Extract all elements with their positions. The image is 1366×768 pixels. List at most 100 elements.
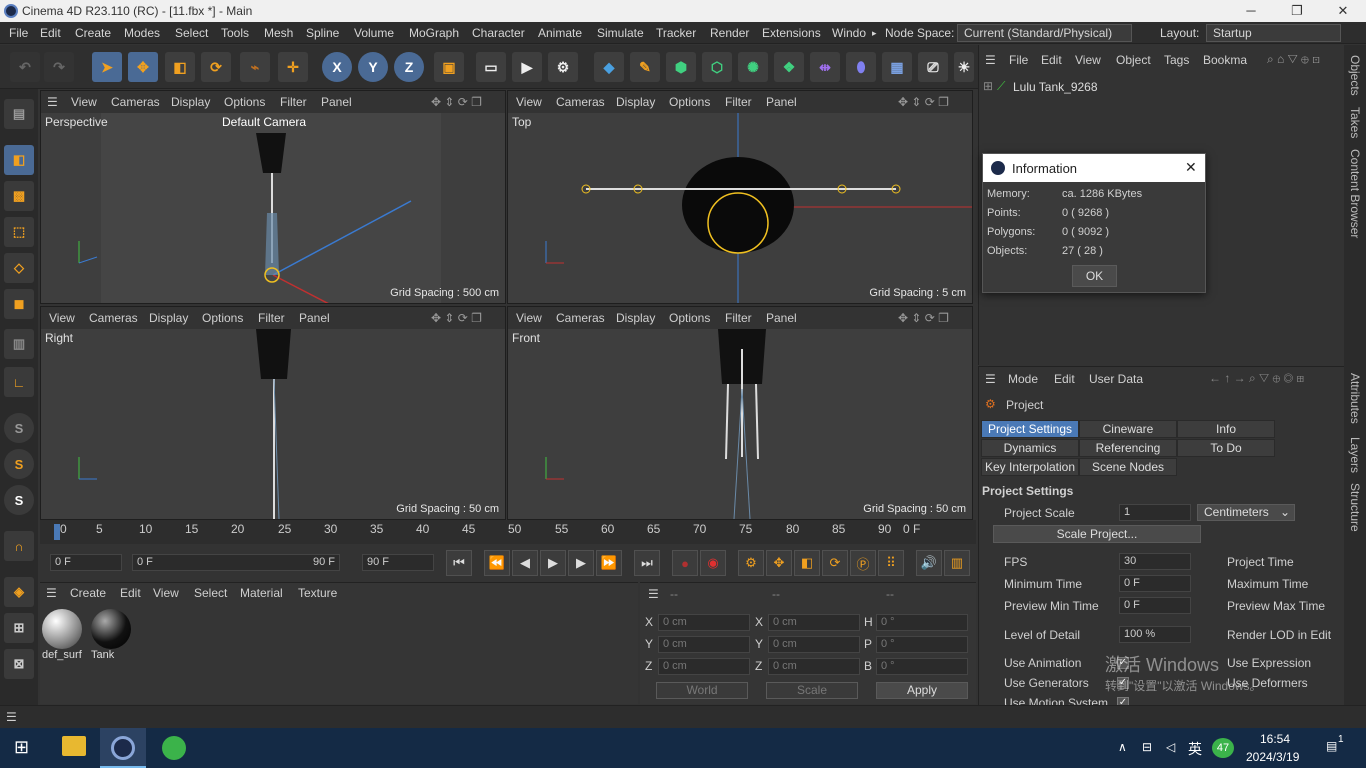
- floor-icon[interactable]: ▦: [882, 52, 912, 82]
- material-hamburger-icon[interactable]: ☰: [46, 586, 57, 600]
- units-dropdown[interactable]: Centimeters ⌄: [1197, 504, 1295, 521]
- camera-icon[interactable]: ⎚: [918, 52, 948, 82]
- vp-options-menu[interactable]: Options: [202, 311, 243, 325]
- record-keys-icon[interactable]: ●: [672, 550, 698, 576]
- current-frame-field[interactable]: 0 F: [50, 554, 122, 571]
- scale-y-field[interactable]: 0 cm: [768, 636, 860, 653]
- side-tab-attributes[interactable]: Attributes: [1348, 373, 1362, 424]
- mograph-icon[interactable]: ❖: [774, 52, 804, 82]
- uv-mode-icon[interactable]: ▥: [4, 329, 34, 359]
- tab-cineware[interactable]: Cineware: [1079, 420, 1177, 438]
- menu-edit[interactable]: Edit: [40, 26, 61, 40]
- deformer-icon[interactable]: ⇹: [810, 52, 840, 82]
- tab-referencing[interactable]: Referencing: [1079, 439, 1177, 457]
- side-tab-takes[interactable]: Takes: [1348, 107, 1362, 138]
- expand-icon[interactable]: ⊞: [983, 79, 993, 93]
- object-search-icons[interactable]: ⌕ ⌂ ▽ ⊕ ⊡: [1267, 52, 1320, 67]
- volume-icon[interactable]: ◁: [1166, 740, 1175, 754]
- model-mode-icon[interactable]: ◧: [4, 145, 34, 175]
- ok-button[interactable]: OK: [1072, 265, 1117, 287]
- key-parameter-icon[interactable]: Ⓟ: [850, 550, 876, 576]
- tab-key-interpolation[interactable]: Key Interpolation: [981, 458, 1079, 476]
- mat-texture-menu[interactable]: Texture: [298, 586, 337, 600]
- key-position-icon[interactable]: ✥: [766, 550, 792, 576]
- render-settings-icon[interactable]: ⚙: [548, 52, 578, 82]
- vp-cameras-menu[interactable]: Cameras: [556, 311, 605, 325]
- apply-button[interactable]: Apply: [876, 682, 968, 699]
- menu-spline[interactable]: Spline: [306, 26, 339, 40]
- cube-icon[interactable]: ◆: [594, 52, 624, 82]
- object-row[interactable]: ⊞ ⟋ Lulu Tank_9268: [983, 79, 1133, 95]
- coordinate-system-icon[interactable]: ▣: [434, 52, 464, 82]
- lod-field[interactable]: 100 %: [1119, 626, 1191, 643]
- tab-scene-nodes[interactable]: Scene Nodes: [1079, 458, 1177, 476]
- z-axis-lock-button[interactable]: Z: [394, 52, 424, 82]
- menu-character[interactable]: Character: [472, 26, 525, 40]
- mat-edit-menu[interactable]: Edit: [120, 586, 141, 600]
- position-z-field[interactable]: 0 cm: [658, 658, 750, 675]
- obj-edit-menu[interactable]: Edit: [1041, 53, 1062, 67]
- prev-key-icon[interactable]: ⏪: [484, 550, 510, 576]
- menu-volume[interactable]: Volume: [354, 26, 394, 40]
- snap-icon[interactable]: ⌁: [240, 52, 270, 82]
- vp-display-menu[interactable]: Display: [149, 311, 188, 325]
- viewport-front[interactable]: View Cameras Display Options Filter Pane…: [507, 306, 973, 520]
- clock-date[interactable]: 2024/3/19: [1246, 750, 1299, 764]
- vp-cameras-menu[interactable]: Cameras: [89, 311, 138, 325]
- obj-tags-menu[interactable]: Tags: [1164, 53, 1189, 67]
- vp-nav-icons[interactable]: ✥ ⇕ ⟳ ❐: [431, 311, 482, 325]
- vp-filter-menu[interactable]: Filter: [280, 95, 307, 109]
- edges-mode-icon[interactable]: ◇: [4, 253, 34, 283]
- menu-simulate[interactable]: Simulate: [597, 26, 644, 40]
- viewport-right[interactable]: View Cameras Display Options Filter Pane…: [40, 306, 506, 520]
- go-to-start-icon[interactable]: ⏮: [446, 550, 472, 576]
- tray-chevron-icon[interactable]: ∧: [1118, 740, 1127, 754]
- dialog-close-icon[interactable]: ✕: [1185, 159, 1197, 176]
- workplane-icon[interactable]: ◈: [4, 577, 34, 607]
- key-rotation-icon[interactable]: ⟳: [822, 550, 848, 576]
- mat-select-menu[interactable]: Select: [194, 586, 227, 600]
- field-icon[interactable]: ⬮: [846, 52, 876, 82]
- vp-view-menu[interactable]: View: [516, 95, 542, 109]
- obj-file-menu[interactable]: File: [1009, 53, 1028, 67]
- position-y-field[interactable]: 0 cm: [658, 636, 750, 653]
- vp-options-menu[interactable]: Options: [669, 311, 710, 325]
- generator-icon[interactable]: ⬡: [702, 52, 732, 82]
- mat-view-menu[interactable]: View: [153, 586, 179, 600]
- vp-nav-icons[interactable]: ✥ ⇕ ⟳ ❐: [898, 95, 949, 109]
- world-dropdown[interactable]: World: [656, 682, 748, 699]
- min-time-field[interactable]: 0 F: [1119, 575, 1191, 592]
- viewport-perspective[interactable]: View Cameras Display Options Filter Pane…: [40, 90, 506, 304]
- node-space-dropdown[interactable]: Current (Standard/Physical): [957, 24, 1132, 42]
- vp-view-menu[interactable]: View: [516, 311, 542, 325]
- vp-options-menu[interactable]: Options: [669, 95, 710, 109]
- viewport-top[interactable]: View Cameras Display Options Filter Pane…: [507, 90, 973, 304]
- key-scale-icon[interactable]: ◧: [794, 550, 820, 576]
- pen-icon[interactable]: ✎: [630, 52, 660, 82]
- make-editable-icon[interactable]: ▤: [4, 99, 34, 129]
- menu-render[interactable]: Render: [710, 26, 749, 40]
- vp-filter-menu[interactable]: Filter: [725, 311, 752, 325]
- menu-overflow-icon[interactable]: ▸: [872, 28, 877, 39]
- redo-icon[interactable]: ↷: [44, 52, 74, 82]
- vp-options-menu[interactable]: Options: [224, 95, 265, 109]
- rotation-b-field[interactable]: 0 °: [876, 658, 968, 675]
- attr-userdata-menu[interactable]: User Data: [1089, 372, 1143, 386]
- network-icon[interactable]: ⊟: [1142, 740, 1152, 754]
- vp-nav-icons[interactable]: ✥ ⇕ ⟳ ❐: [431, 95, 482, 109]
- vp-display-menu[interactable]: Display: [616, 311, 655, 325]
- vp-filter-menu[interactable]: Filter: [258, 311, 285, 325]
- next-key-icon[interactable]: ⏩: [596, 550, 622, 576]
- side-tab-layers[interactable]: Layers: [1348, 437, 1362, 473]
- windows-start-icon[interactable]: ⊞: [14, 737, 29, 758]
- magnet-icon[interactable]: ∩: [4, 531, 34, 561]
- keyframe-selection-icon[interactable]: ⚙: [738, 550, 764, 576]
- side-tab-structure[interactable]: Structure: [1348, 483, 1362, 532]
- fps-field[interactable]: 30: [1119, 553, 1191, 570]
- grid-snap-icon[interactable]: ⊠: [4, 649, 34, 679]
- menu-tools[interactable]: Tools: [221, 26, 249, 40]
- next-frame-icon[interactable]: ▶: [568, 550, 594, 576]
- position-x-field[interactable]: 0 cm: [658, 614, 750, 631]
- menu-select[interactable]: Select: [175, 26, 208, 40]
- attr-edit-menu[interactable]: Edit: [1054, 372, 1075, 386]
